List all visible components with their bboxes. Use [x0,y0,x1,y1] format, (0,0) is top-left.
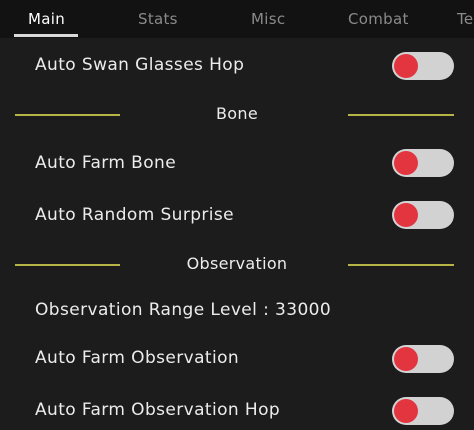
swan-glasses-hop-toggle[interactable] [392,52,454,80]
tab-te[interactable]: Te [457,10,473,28]
toggle-knob [394,203,418,227]
farm-observation-hop-toggle[interactable] [392,397,454,425]
tab-misc[interactable]: Misc [251,10,285,28]
random-surprise-toggle[interactable] [392,201,454,229]
tab-bar: Main Stats Misc Combat Te [0,0,474,38]
random-surprise-label: Auto Random Surprise [35,205,235,225]
toggle-knob [394,399,418,423]
tab-combat[interactable]: Combat [348,10,409,28]
tab-stats[interactable]: Stats [138,10,178,28]
toggle-knob [394,347,418,371]
divider-line-right [348,264,454,266]
farm-observation-hop-label: Auto Farm Observation Hop [35,400,281,420]
toggle-knob [394,151,418,175]
divider-line-right [348,114,454,116]
farm-observation-label: Auto Farm Observation [35,348,240,368]
tab-main[interactable]: Main [28,10,65,28]
toggle-knob [394,54,418,78]
swan-glasses-hop-label: Auto Swan Glasses Hop [35,55,245,75]
farm-observation-toggle[interactable] [392,345,454,373]
farm-bone-label: Auto Farm Bone [35,153,177,173]
farm-bone-toggle[interactable] [392,149,454,177]
observation-range-level-text: Observation Range Level : 33000 [35,300,332,320]
active-tab-indicator [14,34,78,37]
